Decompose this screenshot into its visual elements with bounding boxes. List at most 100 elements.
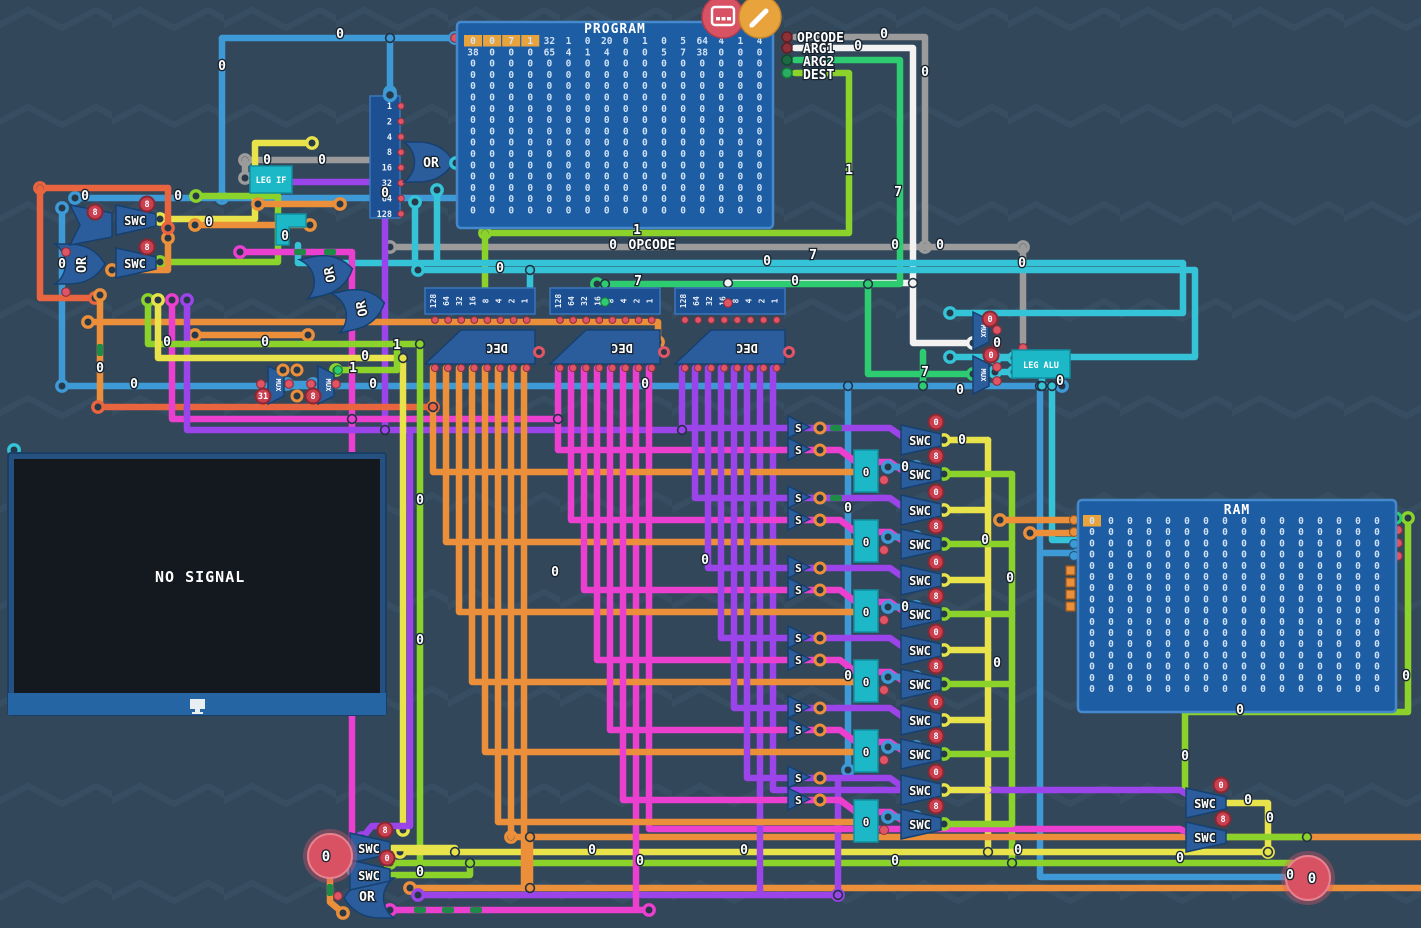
- pin: [660, 348, 669, 357]
- badge-value: 8: [144, 243, 149, 253]
- arg1-pin[interactable]: [782, 43, 792, 53]
- s-label: S: [795, 422, 802, 435]
- memory-cell: 0: [1146, 684, 1152, 695]
- memory-cell: 0: [489, 172, 495, 183]
- dec-label: DEC: [736, 341, 758, 355]
- wire-value-label: 0: [496, 261, 504, 276]
- register[interactable]: 0: [854, 800, 878, 842]
- wire-node: [163, 223, 173, 233]
- wire-value-label: 7: [634, 274, 642, 289]
- memory-cell: 0: [489, 194, 495, 205]
- wire-value-label: 0: [1244, 793, 1252, 808]
- memory-cell: 0: [508, 149, 514, 160]
- wire-value-label: 0: [1236, 703, 1244, 718]
- register[interactable]: 0: [854, 660, 878, 702]
- swc-label: SWC: [909, 504, 931, 518]
- memory-cell: 0: [489, 138, 495, 149]
- memory-cell: 0: [699, 93, 705, 104]
- memory-cell: 0: [1108, 684, 1114, 695]
- program-editor-button[interactable]: [702, 0, 744, 38]
- wire-junction: [834, 891, 843, 900]
- memory-cell: 0: [1165, 594, 1171, 605]
- memory-cell: 0: [642, 93, 648, 104]
- pin: [815, 423, 825, 433]
- memory-cell: 0: [1241, 516, 1247, 527]
- memory-cell: 0: [1184, 662, 1190, 673]
- wire-node: [182, 295, 192, 305]
- wire-junction: [678, 426, 687, 435]
- memory-cell: 0: [508, 126, 514, 137]
- memory-cell: 0: [1336, 516, 1342, 527]
- wire-value-label: 0: [844, 501, 852, 516]
- wire-node: [57, 203, 67, 213]
- pin: [815, 773, 825, 783]
- or-label: OR: [359, 890, 375, 905]
- memory-cell: 0: [547, 70, 553, 81]
- memory-cell: 0: [1184, 650, 1190, 661]
- dest-pin[interactable]: [782, 68, 792, 78]
- memory-cell: 0: [489, 59, 495, 70]
- memory-cell: 0: [1203, 684, 1209, 695]
- program-memory[interactable]: PROGRAM 00713210200105644143800065414005…: [457, 22, 773, 228]
- memory-cell: 0: [489, 47, 495, 58]
- bit-label: 64: [442, 296, 451, 306]
- swc-label: SWC: [124, 257, 146, 271]
- memory-cell: 0: [585, 172, 591, 183]
- pin: [1066, 590, 1075, 599]
- memory-cell: 0: [738, 194, 744, 205]
- wire-value-label: 0: [958, 433, 966, 448]
- memory-cell: 0: [738, 149, 744, 160]
- memory-cell: 0: [1127, 639, 1133, 650]
- register-value: 0: [863, 816, 870, 829]
- bit-label: 2: [633, 298, 642, 303]
- pin: [815, 515, 825, 525]
- memory-cell: 0: [1184, 673, 1190, 684]
- pin: [523, 317, 530, 324]
- bit-label: 1: [521, 298, 530, 303]
- memory-cell: 0: [508, 172, 514, 183]
- wire-node: [338, 908, 348, 918]
- memory-cell: 0: [1355, 538, 1361, 549]
- pin: [398, 195, 404, 201]
- edit-button[interactable]: [739, 0, 781, 38]
- memory-cell: 0: [699, 59, 705, 70]
- pin: [747, 317, 754, 324]
- input-button-right-value: 0: [1308, 871, 1316, 887]
- ram-memory[interactable]: RAM 000000000000000000000000000000000000…: [1078, 500, 1396, 712]
- memory-cell: 0: [1355, 583, 1361, 594]
- wire-value-label: 0: [609, 238, 617, 253]
- monitor-screen[interactable]: NO SIGNAL: [8, 453, 386, 715]
- memory-cell: 0: [1089, 606, 1095, 617]
- memory-cell: 1: [527, 36, 533, 47]
- memory-cell: 0: [1260, 594, 1266, 605]
- circuit-canvas[interactable]: 1248163264128ORORORORORSWCSWC12864321684…: [0, 0, 1421, 928]
- memory-cell: 0: [527, 172, 533, 183]
- register[interactable]: 0: [854, 450, 878, 492]
- wire-value-label: 0: [281, 229, 289, 244]
- pin: [285, 380, 294, 389]
- pin: [815, 703, 825, 713]
- wire-node: [995, 515, 1005, 525]
- input-button-left[interactable]: 0: [303, 829, 357, 883]
- swc-label: SWC: [909, 818, 931, 832]
- register[interactable]: 0: [854, 590, 878, 632]
- memory-cell: 0: [508, 206, 514, 217]
- memory-cell: 0: [1374, 561, 1380, 572]
- memory-cell: 0: [1374, 538, 1380, 549]
- memory-cell: 0: [508, 93, 514, 104]
- memory-cell: 0: [1298, 572, 1304, 583]
- register[interactable]: 0: [854, 730, 878, 772]
- wire-value-label: 0: [1402, 669, 1410, 684]
- badge-value: 0: [384, 854, 389, 864]
- register[interactable]: 0: [854, 520, 878, 562]
- memory-cell: 0: [1355, 639, 1361, 650]
- arg2-pin[interactable]: [782, 55, 792, 65]
- opcode-pin[interactable]: [782, 32, 792, 42]
- memory-cell: 0: [1127, 561, 1133, 572]
- memory-cell: 0: [1279, 538, 1285, 549]
- pin: [773, 364, 780, 371]
- memory-cell: 0: [718, 194, 724, 205]
- memory-cell: 0: [604, 93, 610, 104]
- leg-if-component[interactable]: LEG IF: [250, 166, 292, 193]
- memory-cell: 0: [566, 126, 572, 137]
